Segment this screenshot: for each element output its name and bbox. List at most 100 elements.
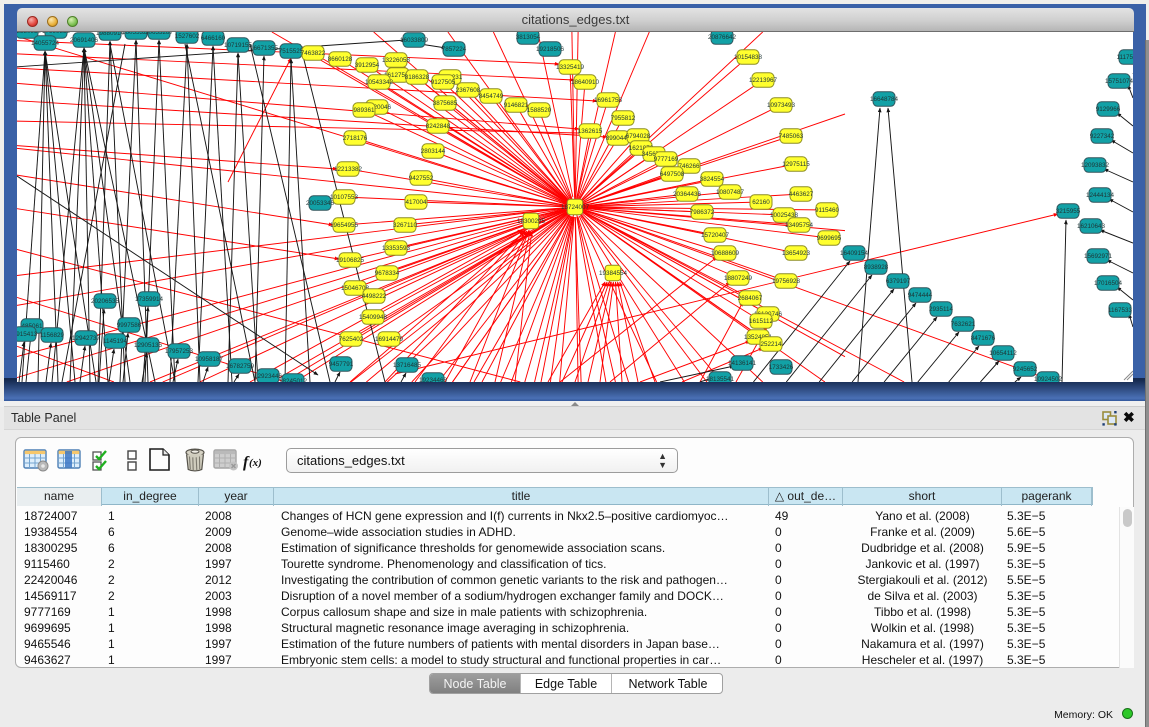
svg-text:3215955: 3215955: [1056, 208, 1081, 215]
svg-text:14055724: 14055724: [31, 40, 60, 47]
svg-text:19218506: 19218506: [536, 46, 565, 53]
svg-text:9245652: 9245652: [1013, 366, 1038, 373]
svg-text:8471676: 8471676: [971, 335, 996, 342]
svg-text:1362615: 1362615: [578, 128, 603, 135]
svg-text:9997586: 9997586: [117, 322, 142, 329]
svg-text:9699695: 9699695: [817, 235, 842, 242]
svg-text:7485063: 7485063: [779, 133, 804, 140]
svg-text:9115460: 9115460: [815, 207, 840, 214]
svg-text:9227342: 9227342: [1090, 133, 1115, 140]
svg-text:4498222: 4498222: [362, 293, 387, 300]
svg-text:989361: 989361: [353, 107, 375, 114]
svg-text:12213967: 12213967: [749, 77, 778, 84]
svg-text:62160: 62160: [752, 199, 770, 206]
svg-text:19384554: 19384554: [599, 270, 628, 277]
svg-text:16961758: 16961758: [594, 97, 623, 104]
svg-text:7857224: 7857224: [442, 46, 467, 53]
svg-text:7463822: 7463822: [301, 50, 326, 57]
svg-text:252214: 252214: [760, 341, 782, 348]
svg-text:417004: 417004: [405, 199, 427, 206]
svg-text:3912954: 3912954: [355, 62, 380, 69]
svg-text:11175531: 11175531: [1116, 54, 1133, 61]
svg-text:12213382: 12213382: [334, 166, 363, 173]
svg-text:16782759: 16782759: [226, 363, 255, 370]
svg-text:9129966: 9129966: [1096, 106, 1121, 113]
svg-text:6466160: 6466160: [201, 35, 226, 42]
svg-text:18640910: 18640910: [571, 79, 600, 86]
svg-text:13226058: 13226058: [382, 57, 411, 64]
svg-text:10107553: 10107553: [330, 194, 359, 201]
svg-text:10154838: 10154838: [734, 54, 763, 61]
svg-text:16409154: 16409154: [840, 250, 869, 257]
svg-text:9127505: 9127505: [431, 79, 456, 86]
svg-text:17016504: 17016504: [1094, 280, 1123, 287]
svg-text:7632621: 7632621: [951, 321, 976, 328]
svg-text:10958187: 10958187: [195, 356, 224, 363]
svg-text:10543342: 10543342: [365, 79, 394, 86]
svg-text:7955812: 7955812: [611, 115, 636, 122]
svg-text:1615112: 1615112: [749, 318, 774, 325]
svg-text:13716485: 13716485: [393, 362, 422, 369]
svg-text:3875685: 3875685: [433, 100, 458, 107]
svg-text:16671355: 16671355: [250, 45, 279, 52]
svg-text:18135541: 18135541: [706, 376, 735, 382]
svg-text:10719155: 10719155: [224, 42, 253, 49]
svg-text:3813054: 3813054: [516, 34, 541, 41]
svg-text:19880914: 19880914: [96, 32, 125, 37]
svg-text:3824554: 3824554: [700, 176, 725, 183]
svg-text:1588520: 1588520: [527, 107, 552, 114]
svg-text:3915413: 3915413: [17, 331, 38, 338]
svg-text:8938928: 8938928: [864, 264, 889, 271]
svg-text:18807249: 18807249: [724, 275, 753, 282]
svg-text:15692971: 15692971: [1084, 253, 1113, 260]
svg-text:16033809: 16033809: [400, 37, 429, 44]
svg-text:10973493: 10973493: [767, 102, 796, 109]
svg-text:18300295: 18300295: [517, 218, 546, 225]
svg-text:6379197: 6379197: [886, 278, 911, 285]
svg-text:9457791: 9457791: [329, 361, 354, 368]
svg-text:1733426: 1733426: [769, 364, 794, 371]
svg-text:8454749: 8454749: [479, 93, 504, 100]
svg-text:13353593: 13353593: [382, 245, 411, 252]
svg-text:3267110: 3267110: [393, 222, 418, 229]
svg-text:18724007: 18724007: [561, 204, 590, 211]
svg-text:10924502: 10924502: [1034, 376, 1063, 382]
svg-text:13325419: 13325419: [556, 64, 585, 71]
svg-text:9146821: 9146821: [504, 102, 529, 109]
svg-text:(x): (x): [249, 457, 262, 469]
svg-text:12942737: 12942737: [72, 335, 101, 342]
svg-text:4463627: 4463627: [789, 191, 814, 198]
svg-text:1167533: 1167533: [1108, 307, 1133, 314]
svg-text:19106825: 19106825: [336, 257, 365, 264]
svg-text:6497508: 6497508: [660, 171, 685, 178]
svg-text:20691406: 20691406: [70, 37, 99, 44]
svg-text:1527602: 1527602: [175, 33, 200, 40]
svg-text:2935114: 2935114: [929, 306, 954, 313]
svg-text:20206535: 20206535: [91, 298, 120, 305]
svg-text:8660128: 8660128: [328, 56, 353, 63]
svg-text:2803144: 2803144: [421, 148, 446, 155]
svg-text:20364436: 20364436: [673, 191, 702, 198]
svg-text:20053346: 20053346: [306, 200, 335, 207]
svg-text:13495754: 13495754: [785, 222, 814, 229]
svg-text:16648784: 16648784: [870, 96, 899, 103]
svg-text:13654923: 13654923: [782, 250, 811, 257]
svg-text:2718176: 2718176: [343, 135, 368, 142]
svg-text:12444134: 12444134: [1086, 192, 1115, 199]
svg-text:19234468: 19234468: [419, 377, 448, 382]
svg-text:2367608: 2367608: [456, 87, 481, 94]
svg-text:9678334: 9678334: [375, 270, 400, 277]
svg-text:17957253: 17957253: [165, 348, 194, 355]
svg-text:10653287: 10653287: [145, 32, 174, 36]
svg-text:19756928: 19756928: [772, 278, 801, 285]
svg-text:15720407: 15720407: [701, 232, 730, 239]
svg-text:7625402: 7625402: [339, 336, 364, 343]
svg-text:19654955: 19654955: [330, 222, 359, 229]
svg-text:17999355: 17999355: [42, 32, 71, 35]
svg-text:8186328: 8186328: [405, 74, 430, 81]
svg-text:18245012: 18245012: [279, 378, 308, 382]
svg-text:17359914: 17359914: [135, 296, 164, 303]
svg-text:14136141: 14136141: [728, 360, 757, 367]
svg-text:9427552: 9427552: [409, 175, 434, 182]
svg-text:7986372: 7986372: [690, 209, 715, 216]
